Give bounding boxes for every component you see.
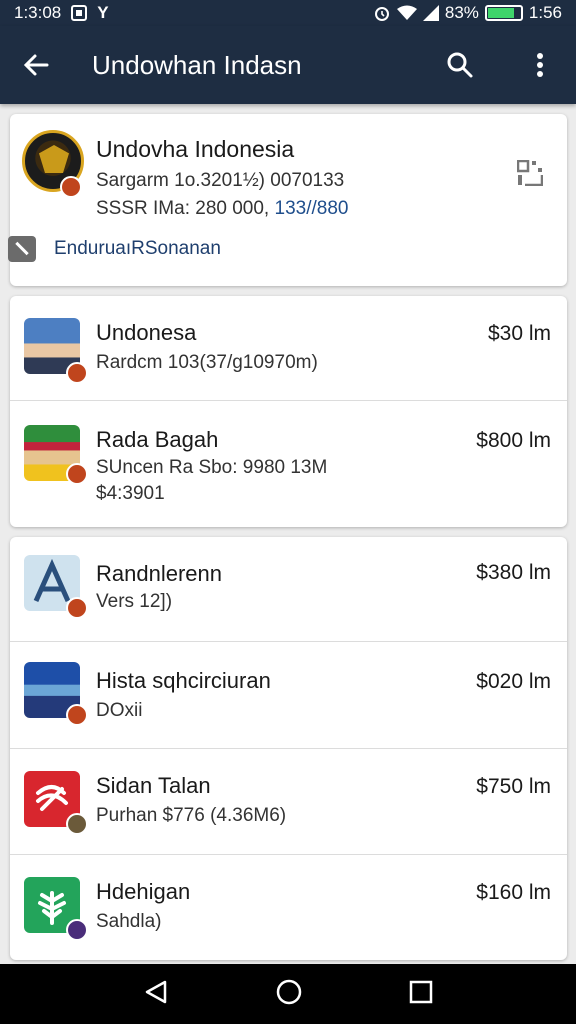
- list-item[interactable]: Hista sqhcirciuran DOxii $020 lm: [10, 641, 567, 748]
- list-group-1: Undonesa Rardcm 103(37/g10970m) $30 lm R…: [10, 296, 567, 527]
- alarm-icon: [374, 7, 389, 21]
- profile-card[interactable]: Undovha Indonesia Sargarm 1o.3201½) 0070…: [8, 114, 567, 286]
- profile-link[interactable]: EnduruaıRSonanan: [8, 236, 221, 262]
- qr-code-icon: [516, 159, 544, 187]
- page-title: Undowhan Indasn: [92, 49, 302, 80]
- item-title: Randnlerenn: [96, 561, 222, 586]
- badge-icon: [66, 704, 88, 726]
- nav-home-button[interactable]: [275, 978, 303, 1011]
- nav-back-button[interactable]: [143, 979, 169, 1010]
- item-subtitle: DOxii: [96, 700, 143, 721]
- status-notification: Y: [97, 3, 109, 22]
- battery-icon: [484, 5, 523, 21]
- back-arrow-icon: [23, 54, 49, 76]
- item-subtitle: Vers 12]): [96, 591, 173, 612]
- list-item[interactable]: Undonesa Rardcm 103(37/g10970m) $30 lm: [10, 296, 567, 400]
- signal-icon: [422, 5, 439, 21]
- search-icon: [447, 52, 473, 78]
- item-subtitle: Rardcm 103(37/g10970m): [96, 352, 318, 373]
- qr-code-button[interactable]: [516, 159, 544, 191]
- app-bar: Undowhan Indasn: [0, 26, 576, 104]
- profile-detail-1: Sargarm 1o.3201½) 0070133: [96, 170, 345, 191]
- badge-icon: [66, 362, 88, 384]
- item-subtitle-2: $4:3901: [96, 483, 165, 504]
- back-button[interactable]: [16, 45, 56, 85]
- badge-icon: [66, 463, 88, 485]
- item-title: Sidan Talan: [96, 773, 211, 798]
- badge-icon: [66, 813, 88, 835]
- list-item[interactable]: Hdehigan Sahdla) $160 lm: [10, 854, 567, 960]
- item-price: $800 lm: [476, 429, 551, 452]
- item-price: $380 lm: [476, 561, 551, 584]
- wifi-icon: [396, 5, 417, 20]
- circle-home-icon: [276, 979, 302, 1004]
- item-price: $30 lm: [487, 322, 551, 345]
- nav-recents-button[interactable]: [409, 980, 433, 1009]
- item-title: Hdehigan: [96, 879, 191, 904]
- profile-detail-2-prefix: SSSR IMa: 280 000,: [96, 198, 270, 219]
- profile-link-label: EnduruaıRSonanan: [54, 238, 221, 259]
- item-price: $160 lm: [476, 881, 551, 904]
- status-clock: 1:56: [528, 3, 562, 22]
- list-item[interactable]: Rada Bagah SUncen Ra Sbo: 9980 13M $4:39…: [10, 400, 567, 527]
- system-nav-bar: [0, 964, 576, 1024]
- list-item[interactable]: Sidan Talan Purhan $776 (4.36M6) $750 lm: [10, 748, 567, 854]
- notification-icon: [71, 5, 88, 21]
- more-options-button[interactable]: [520, 45, 560, 85]
- badge-icon: [66, 597, 88, 619]
- badge-icon: [66, 919, 88, 941]
- item-title: Undonesa: [96, 320, 197, 345]
- profile-detail-2-accent: 133//880: [274, 198, 349, 219]
- badge-icon: [60, 176, 82, 198]
- battery-percent: 83%: [444, 3, 479, 22]
- item-subtitle: Sahdla): [96, 911, 162, 932]
- more-vert-icon: [537, 53, 543, 77]
- profile-name: Undovha Indonesia: [96, 136, 295, 162]
- item-price: $020 lm: [476, 670, 551, 693]
- triangle-back-icon: [145, 980, 167, 1003]
- item-title: Rada Bagah: [96, 427, 219, 452]
- list-item[interactable]: Randnlerenn Vers 12]) $380 lm: [10, 537, 567, 641]
- status-bar: 1:3:08 Y 83% 1:56: [0, 0, 576, 26]
- search-button[interactable]: [440, 45, 480, 85]
- item-title: Hista sqhcirciuran: [96, 668, 271, 693]
- item-subtitle: SUncen Ra Sbo: 9980 13M: [96, 457, 328, 478]
- item-price: $750 lm: [476, 775, 551, 798]
- square-recents-icon: [409, 980, 433, 1003]
- list-group-2: Randnlerenn Vers 12]) $380 lm Hista sqhc…: [10, 537, 567, 960]
- profile-detail-2: SSSR IMa: 280 000, 133//880: [96, 198, 348, 220]
- status-time: 1:3:08: [14, 3, 62, 22]
- item-subtitle: Purhan $776 (4.36M6): [96, 805, 287, 826]
- link-icon: [8, 236, 36, 262]
